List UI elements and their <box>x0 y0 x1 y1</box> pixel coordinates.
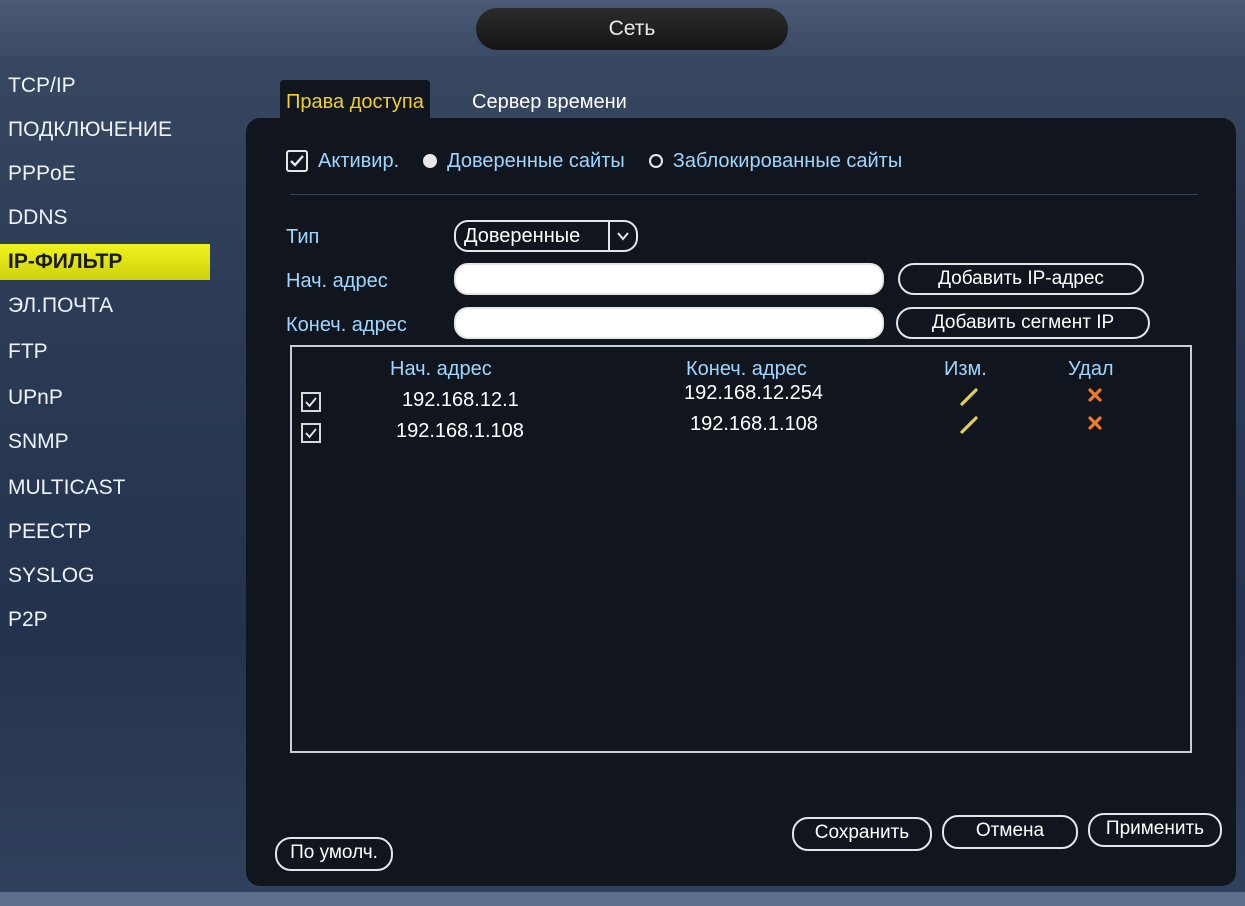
row-end-address: 192.168.12.254 <box>684 382 824 404</box>
sidebar-item-pppoe[interactable]: PPPoE <box>8 156 76 192</box>
cancel-button[interactable]: Отмена <box>942 815 1078 849</box>
column-header-end: Конеч. адрес <box>686 358 807 380</box>
sidebar-item-email[interactable]: ЭЛ.ПОЧТА <box>8 288 113 324</box>
save-button[interactable]: Сохранить <box>792 817 932 851</box>
checkmark-icon <box>305 428 317 439</box>
column-header-delete: Удал <box>1068 358 1114 380</box>
add-segment-button[interactable]: Добавить сегмент IP <box>896 307 1150 339</box>
sidebar-item-connection[interactable]: ПОДКЛЮЧЕНИЕ <box>8 112 172 148</box>
type-label: Тип <box>286 226 320 248</box>
default-button[interactable]: По умолч. <box>275 837 393 871</box>
pencil-icon[interactable] <box>958 414 980 436</box>
end-address-label: Конеч. адрес <box>286 314 407 336</box>
apply-button[interactable]: Применить <box>1088 813 1222 847</box>
sidebar-item-snmp[interactable]: SNMP <box>8 424 69 460</box>
bottom-edge <box>0 892 1245 906</box>
add-ip-button[interactable]: Добавить IP-адрес <box>898 263 1144 295</box>
row-checkbox[interactable] <box>301 392 321 412</box>
column-header-edit: Изм. <box>944 358 987 380</box>
sidebar-item-tcpip[interactable]: TCP/IP <box>8 68 76 104</box>
close-icon[interactable] <box>1084 384 1106 406</box>
row-end-address: 192.168.1.108 <box>690 413 818 435</box>
checkmark-icon <box>305 397 317 408</box>
start-address-label: Нач. адрес <box>286 270 388 292</box>
blocked-radio[interactable] <box>648 154 663 168</box>
sidebar-item-registry[interactable]: РЕЕСТР <box>8 514 91 550</box>
pencil-icon[interactable] <box>958 386 980 408</box>
sidebar-item-ip-filter[interactable]: IP-ФИЛЬТР <box>0 244 210 280</box>
sidebar-item-multicast[interactable]: MULTICAST <box>8 470 125 506</box>
sidebar-item-ftp[interactable]: FTP <box>8 334 48 370</box>
window-title: Сеть <box>476 8 788 50</box>
sidebar-item-upnp[interactable]: UPnP <box>8 380 63 416</box>
sidebar-item-p2p[interactable]: P2P <box>8 602 48 638</box>
end-address-input[interactable] <box>454 307 884 339</box>
tab-time-server[interactable]: Сервер времени <box>466 80 633 124</box>
enable-label: Активир. <box>318 149 400 172</box>
row-start-address: 192.168.12.1 <box>402 389 519 411</box>
trusted-radio[interactable] <box>423 154 438 168</box>
sidebar-item-ddns[interactable]: DDNS <box>8 200 68 236</box>
trusted-label: Доверенные сайты <box>447 149 625 172</box>
start-address-input[interactable] <box>454 263 884 295</box>
row-checkbox[interactable] <box>301 423 321 443</box>
filter-mode-row: Активир. Доверенные сайты Заблокированны… <box>286 143 902 179</box>
type-select-value: Доверенные <box>464 224 581 247</box>
chevron-down-icon <box>608 222 636 250</box>
row-start-address: 192.168.1.108 <box>396 420 524 442</box>
tab-access-rights[interactable]: Права доступа <box>280 80 430 124</box>
checkmark-icon <box>290 155 304 167</box>
type-select[interactable]: Доверенные <box>454 220 638 252</box>
column-header-start: Нач. адрес <box>390 358 492 380</box>
close-icon[interactable] <box>1084 412 1106 434</box>
sidebar-item-syslog[interactable]: SYSLOG <box>8 558 94 594</box>
blocked-label: Заблокированные сайты <box>672 149 903 172</box>
enable-checkbox[interactable] <box>286 150 308 172</box>
divider <box>290 194 1198 195</box>
